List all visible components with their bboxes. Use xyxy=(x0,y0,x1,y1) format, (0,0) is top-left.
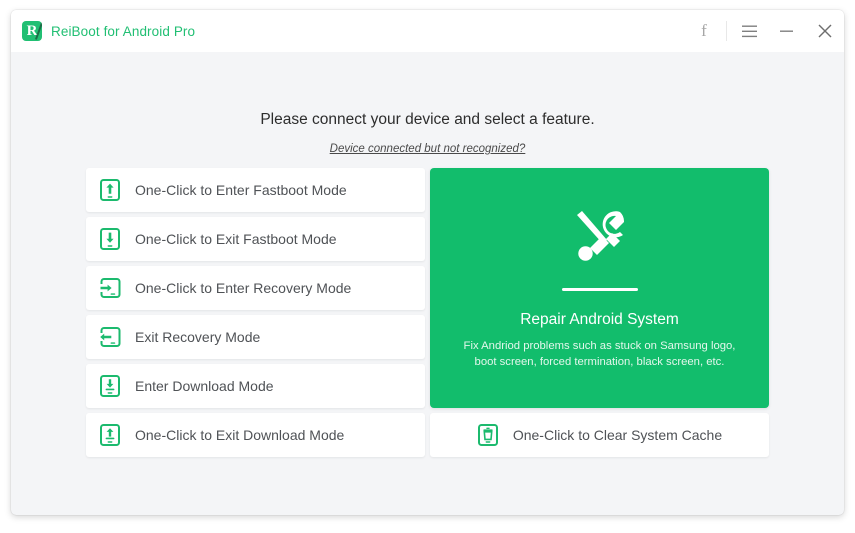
repair-title: Repair Android System xyxy=(520,311,679,328)
repair-description: Fix Andriod problems such as stuck on Sa… xyxy=(463,340,736,368)
phone-arrow-out-icon xyxy=(99,326,121,348)
mode-label: One-Click to Enter Fastboot Mode xyxy=(135,182,347,198)
clear-cache-label: One-Click to Clear System Cache xyxy=(512,427,723,443)
device-not-recognized-link-wrap: Device connected but not recognized? xyxy=(11,139,844,157)
brand: R ReiBoot for Android Pro xyxy=(11,21,195,41)
close-icon[interactable] xyxy=(806,10,844,52)
window-controls: f xyxy=(682,10,844,52)
content-area: Please connect your device and select a … xyxy=(11,52,844,515)
app-window: R ReiBoot for Android Pro f Please conne… xyxy=(11,10,844,515)
exit-recovery-button[interactable]: Exit Recovery Mode xyxy=(86,315,425,359)
enter-recovery-button[interactable]: One-Click to Enter Recovery Mode xyxy=(86,266,425,310)
enter-download-button[interactable]: Enter Download Mode xyxy=(86,364,425,408)
mode-label: Exit Recovery Mode xyxy=(135,329,261,345)
mode-label: Enter Download Mode xyxy=(135,378,274,394)
mode-label: One-Click to Exit Download Mode xyxy=(135,427,345,443)
menu-icon[interactable] xyxy=(730,10,768,52)
wrench-screwdriver-icon xyxy=(568,208,632,266)
minimize-icon[interactable] xyxy=(768,10,806,52)
mode-button-list: One-Click to Enter Fastboot Mode One-Cli… xyxy=(86,168,425,457)
phone-arrow-down-icon xyxy=(99,228,121,250)
phone-upload-icon xyxy=(99,424,121,446)
device-not-recognized-link[interactable]: Device connected but not recognized? xyxy=(330,143,526,155)
clear-system-cache-button[interactable]: One-Click to Clear System Cache xyxy=(430,413,769,457)
app-logo-icon: R xyxy=(22,21,42,41)
facebook-icon[interactable]: f xyxy=(682,10,726,52)
exit-fastboot-button[interactable]: One-Click to Exit Fastboot Mode xyxy=(86,217,425,261)
phone-trash-icon xyxy=(477,424,499,446)
mode-label: One-Click to Enter Recovery Mode xyxy=(135,280,352,296)
repair-android-system-card[interactable]: Repair Android System Fix Andriod proble… xyxy=(430,168,769,408)
phone-arrow-up-icon xyxy=(99,179,121,201)
phone-download-icon xyxy=(99,375,121,397)
enter-fastboot-button[interactable]: One-Click to Enter Fastboot Mode xyxy=(86,168,425,212)
controls-divider xyxy=(726,21,727,41)
title-bar: R ReiBoot for Android Pro f xyxy=(11,10,844,52)
phone-arrow-in-icon xyxy=(99,277,121,299)
page-title: Please connect your device and select a … xyxy=(260,111,595,128)
right-column: Repair Android System Fix Andriod proble… xyxy=(430,168,769,457)
repair-divider xyxy=(561,288,638,291)
mode-label: One-Click to Exit Fastboot Mode xyxy=(135,231,337,247)
exit-download-button[interactable]: One-Click to Exit Download Mode xyxy=(86,413,425,457)
app-title: ReiBoot for Android Pro xyxy=(51,23,196,39)
